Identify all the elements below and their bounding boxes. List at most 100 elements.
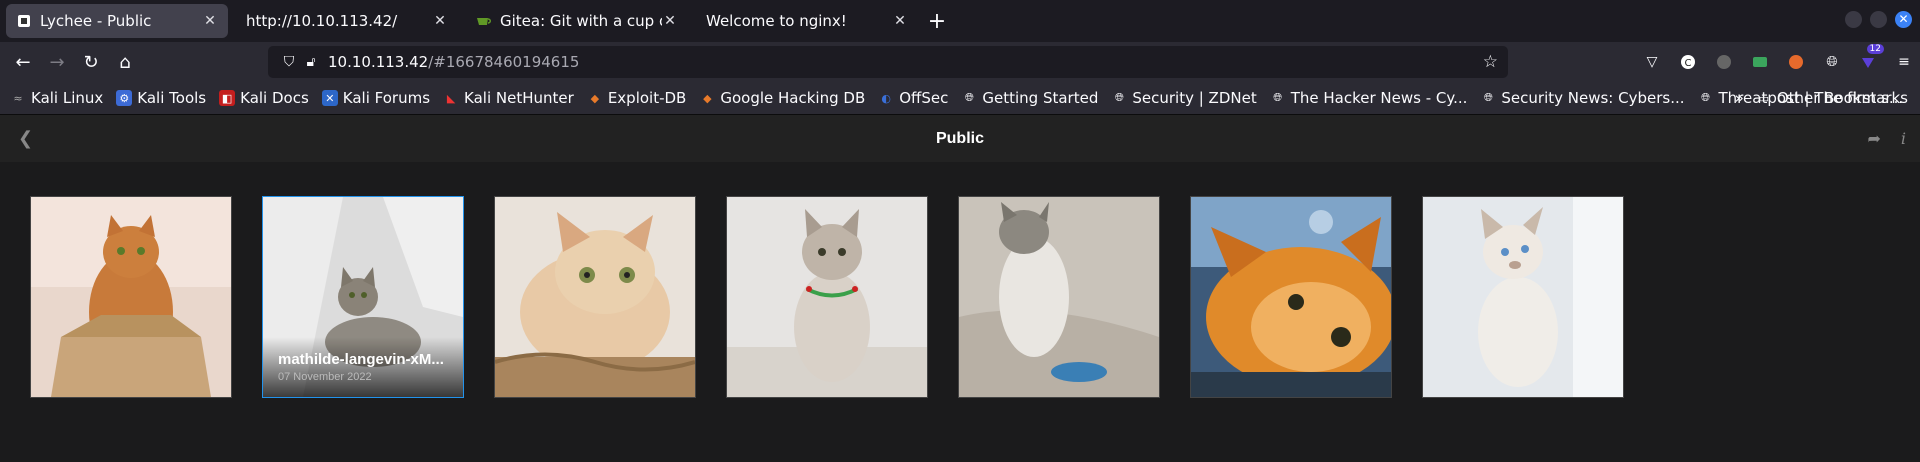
- photo-thumbnail[interactable]: [1422, 196, 1624, 398]
- bookmark-kali-nethunter[interactable]: ◣ Kali NetHunter: [443, 89, 574, 107]
- minimize-button[interactable]: [1845, 11, 1862, 28]
- extension-badge-icon[interactable]: 12: [1856, 44, 1884, 74]
- cream-cat-basket-image: [495, 197, 695, 397]
- bookmark-getting-started[interactable]: 🌐︎ Getting Started: [961, 89, 1098, 107]
- pocket-icon[interactable]: ▽: [1640, 50, 1664, 74]
- globe-icon: 🌐︎: [1701, 91, 1710, 104]
- lock-icon[interactable]: 🔓︎: [300, 54, 322, 70]
- chevron-left-icon[interactable]: ❮: [18, 128, 33, 149]
- tab-close-icon[interactable]: ✕: [892, 13, 908, 29]
- window-controls: ✕: [1845, 11, 1912, 28]
- tab-lychee[interactable]: Lychee - Public ✕: [6, 4, 228, 38]
- photo-thumbnail-selected[interactable]: mathilde-langevin-xM... 07 November 2022: [262, 196, 464, 398]
- extension-green-icon[interactable]: [1748, 50, 1772, 74]
- photo-thumbnail[interactable]: [30, 196, 232, 398]
- lychee-icon: [16, 13, 32, 29]
- bookmark-star-icon[interactable]: ☆: [1483, 52, 1498, 72]
- toolbar-extensions: ▽ C 🌐︎ 12 ≡: [1640, 44, 1916, 74]
- globe-icon: 🌐︎: [1114, 91, 1124, 104]
- exploit-db-icon: ◆: [590, 91, 600, 105]
- bookmark-label: Kali Forums: [342, 89, 431, 107]
- ghdb-icon: ◆: [703, 91, 712, 105]
- photo-thumbnail[interactable]: [726, 196, 928, 398]
- bookmark-kali-forums[interactable]: ✕ Kali Forums: [321, 89, 431, 107]
- bookmark-label: Getting Started: [982, 89, 1099, 107]
- globe-icon: 🌐︎: [964, 91, 974, 104]
- nav-bar: ← → ↻ ⌂ ⛉ 🔓︎ 10.10.113.42/#1667846019461…: [0, 42, 1920, 82]
- tab-label: Welcome to nginx!: [706, 12, 847, 30]
- tab-nginx[interactable]: Welcome to nginx! ✕: [696, 4, 918, 38]
- other-bookmarks[interactable]: ▭ Other Bookmarks: [1756, 89, 1908, 107]
- share-icon[interactable]: ➦: [1867, 129, 1880, 148]
- nethunter-icon: ◣: [446, 91, 456, 105]
- bookmark-label: Google Hacking DB: [720, 89, 866, 107]
- extension-c-icon[interactable]: C: [1676, 50, 1700, 74]
- url-host: 10.10.113.42: [328, 53, 429, 71]
- bookmark-label: Security | ZDNet: [1132, 89, 1257, 107]
- orange-cat-lying-image: [1191, 197, 1391, 397]
- bookmark-label: The Hacker News - Cy...: [1290, 89, 1468, 107]
- bookmark-kali-linux[interactable]: ≈ Kali Linux: [10, 89, 103, 107]
- photo-title: mathilde-langevin-xM...: [278, 351, 444, 368]
- tab-close-icon[interactable]: ✕: [202, 13, 218, 29]
- bookmark-kali-docs[interactable]: ◧ Kali Docs: [219, 89, 309, 107]
- extension-badge-count: 12: [1866, 44, 1884, 54]
- bookmark-label: Exploit-DB: [607, 89, 687, 107]
- kitten-lying-image: [959, 197, 1159, 397]
- forward-arrow-icon[interactable]: →: [40, 46, 74, 78]
- chevron-double-right-icon[interactable]: »: [1735, 89, 1744, 107]
- globe-icon: 🌐︎: [1484, 91, 1493, 104]
- globe-icon: 🌐︎: [1273, 91, 1283, 104]
- tab-gitea[interactable]: Gitea: Git with a cup of tea ✕: [466, 4, 688, 38]
- foxyproxy-icon[interactable]: [1784, 50, 1808, 74]
- back-arrow-icon[interactable]: ←: [6, 46, 40, 78]
- tab-ip[interactable]: http://10.10.113.42/ ✕: [236, 4, 458, 38]
- extension-gray-icon[interactable]: [1712, 50, 1736, 74]
- shield-icon[interactable]: ⛉: [278, 54, 300, 70]
- folder-icon: ▭: [1758, 91, 1770, 105]
- info-icon[interactable]: i: [1901, 129, 1906, 148]
- photo-grid: mathilde-langevin-xM... 07 November 2022: [0, 162, 1920, 462]
- bookmarks-toolbar: ≈ Kali Linux ⚙ Kali Tools ◧ Kali Docs ✕ Kali…: [0, 82, 1920, 115]
- url-path: /#16678460194615: [428, 53, 580, 71]
- home-icon[interactable]: ⌂: [108, 46, 142, 78]
- reload-icon[interactable]: ↻: [74, 46, 108, 78]
- globe-icon[interactable]: 🌐︎: [1820, 50, 1844, 74]
- address-bar[interactable]: ⛉ 🔓︎ 10.10.113.42/#16678460194615 ☆: [268, 46, 1508, 78]
- kali-docs-icon: ◧: [219, 90, 236, 106]
- bookmark-label: OffSec: [899, 89, 949, 107]
- bookmark-ghdb[interactable]: ◆ Google Hacking DB: [699, 89, 865, 107]
- kali-icon: ≈: [13, 91, 23, 105]
- maximize-button[interactable]: [1870, 11, 1887, 28]
- new-tab-icon[interactable]: +: [922, 6, 952, 36]
- close-window-button[interactable]: ✕: [1895, 11, 1912, 28]
- bookmark-label: Kali Docs: [240, 89, 309, 107]
- album-title: Public: [935, 129, 984, 147]
- tab-label: Gitea: Git with a cup of tea: [500, 12, 662, 30]
- tab-close-icon[interactable]: ✕: [432, 13, 448, 29]
- bookmark-hacker-news[interactable]: 🌐︎ The Hacker News - Cy...: [1270, 89, 1468, 107]
- bookmark-kali-tools[interactable]: ⚙ Kali Tools: [116, 89, 206, 107]
- svg-text:C: C: [1685, 58, 1692, 69]
- photo-thumbnail[interactable]: [494, 196, 696, 398]
- kali-forums-icon: ✕: [321, 90, 338, 106]
- bookmark-zdnet[interactable]: 🌐︎ Security | ZDNet: [1111, 89, 1257, 107]
- offsec-icon: ◐: [881, 91, 892, 105]
- bookmark-label: Kali Linux: [31, 89, 104, 107]
- cat-in-box-image: [31, 197, 231, 397]
- tab-close-icon[interactable]: ✕: [662, 13, 678, 29]
- bookmark-security-news[interactable]: 🌐︎ Security News: Cybers...: [1480, 89, 1685, 107]
- menu-icon[interactable]: ≡: [1892, 50, 1916, 74]
- photo-overlay: mathilde-langevin-xM... 07 November 2022: [263, 337, 463, 397]
- bookmark-label: Kali Tools: [137, 89, 207, 107]
- bookmark-label: Kali NetHunter: [464, 89, 574, 107]
- white-kitten-image: [1423, 197, 1623, 397]
- tab-label: http://10.10.113.42/: [246, 12, 398, 30]
- photo-thumbnail[interactable]: [958, 196, 1160, 398]
- gitea-icon: [476, 13, 492, 29]
- bookmark-exploit-db[interactable]: ◆ Exploit-DB: [587, 89, 687, 107]
- bookmark-label: Other Bookmarks: [1776, 89, 1908, 107]
- bookmark-offsec[interactable]: ◐ OffSec: [878, 89, 948, 107]
- photo-thumbnail[interactable]: [1190, 196, 1392, 398]
- bookmark-label: Security News: Cybers...: [1501, 89, 1685, 107]
